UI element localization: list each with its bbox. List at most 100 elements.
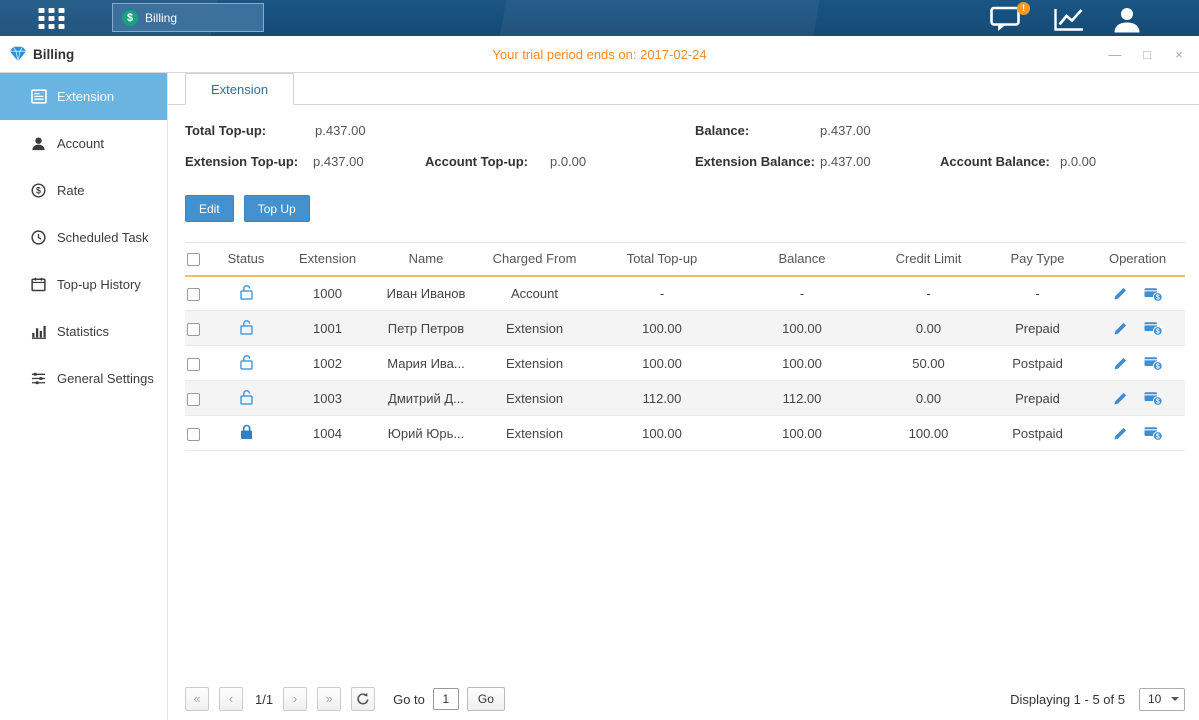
col-operation: Operation <box>1090 243 1185 276</box>
topup-icon[interactable]: $ <box>1144 320 1163 336</box>
general-settings-icon <box>30 371 47 386</box>
col-name: Name <box>375 243 477 276</box>
reports-icon <box>1052 21 1085 36</box>
scheduled-task-icon <box>30 230 47 245</box>
sidebar: Extension Account$RateScheduled Task Top-u… <box>0 73 168 720</box>
next-page-button[interactable]: › <box>283 687 307 711</box>
status-cell <box>212 276 280 311</box>
goto-label: Go to <box>393 692 425 707</box>
maximize-button[interactable]: □ <box>1139 47 1155 62</box>
balance-cell: 112.00 <box>732 381 872 416</box>
sidebar-item-label: Rate <box>57 183 84 198</box>
col-charged-from: Charged From <box>477 243 592 276</box>
page-size-select[interactable]: 10 <box>1139 688 1185 711</box>
close-button[interactable]: × <box>1171 47 1187 62</box>
balance-cell: 100.00 <box>732 346 872 381</box>
reports-button[interactable] <box>1052 7 1085 33</box>
minimize-button[interactable]: — <box>1107 47 1123 62</box>
svg-text:$: $ <box>1155 294 1159 301</box>
sidebar-item-scheduled-task[interactable]: Scheduled Task <box>0 214 167 261</box>
balance-label: Balance: <box>695 123 749 138</box>
extension-content: Total Top-up: p.437.00 Balance: p.437.00… <box>168 105 1199 720</box>
row-checkbox[interactable] <box>187 428 200 441</box>
user-button[interactable] <box>1112 6 1142 33</box>
lock-open-icon <box>240 389 253 405</box>
first-page-button[interactable]: « <box>185 687 209 711</box>
edit-icon[interactable] <box>1113 356 1128 371</box>
edit-icon[interactable] <box>1113 321 1128 336</box>
sidebar-item-general-settings[interactable]: General Settings <box>0 355 167 402</box>
prev-page-button[interactable]: ‹ <box>219 687 243 711</box>
apps-grid-icon[interactable] <box>38 8 65 29</box>
messages-button[interactable]: ! <box>990 5 1023 32</box>
extension-cell: 1004 <box>280 416 375 451</box>
pay-type-cell: Prepaid <box>985 381 1090 416</box>
svg-text:$: $ <box>1155 364 1159 371</box>
operation-cell: $ <box>1090 416 1185 451</box>
table-row: 1002Мария Ива...Extension100.00100.0050.… <box>185 346 1185 381</box>
billing-app-window: $ Billing ! Billing Your trial period en… <box>0 0 1199 720</box>
name-cell: Мария Ива... <box>375 346 477 381</box>
row-checkbox[interactable] <box>187 323 200 336</box>
tab-extension[interactable]: Extension <box>185 73 294 105</box>
col-select <box>185 243 212 276</box>
total-topup-cell: 100.00 <box>592 346 732 381</box>
user-icon <box>1112 21 1142 36</box>
sidebar-item-label: Extension <box>57 89 114 104</box>
refresh-button[interactable] <box>351 687 375 711</box>
total-topup-cell: 112.00 <box>592 381 732 416</box>
billing-dollar-icon: $ <box>122 10 138 26</box>
table-header-row: StatusExtensionNameCharged FromTotal Top… <box>185 243 1185 276</box>
last-page-button[interactable]: » <box>317 687 341 711</box>
go-button[interactable]: Go <box>467 687 505 711</box>
topup-icon[interactable]: $ <box>1144 425 1163 441</box>
col-status: Status <box>212 243 280 276</box>
titlebar: Billing Your trial period ends on: 2017-… <box>0 36 1199 73</box>
credit-limit-cell: 0.00 <box>872 311 985 346</box>
name-cell: Дмитрий Д... <box>375 381 477 416</box>
sidebar-item-top-up-history[interactable]: Top-up History <box>0 261 167 308</box>
total-topup-cell: - <box>592 276 732 311</box>
edit-icon[interactable] <box>1113 426 1128 441</box>
edit-button[interactable]: Edit <box>185 195 234 222</box>
sidebar-item-statistics[interactable]: Statistics <box>0 308 167 355</box>
sidebar-item-rate[interactable]: $Rate <box>0 167 167 214</box>
sidebar-item-extension[interactable]: Extension <box>0 73 167 120</box>
row-checkbox[interactable] <box>187 288 200 301</box>
topbar-tab-billing[interactable]: $ Billing <box>112 3 264 32</box>
svg-text:$: $ <box>1155 329 1159 336</box>
page-size-value: 10 <box>1140 692 1171 706</box>
col-balance: Balance <box>732 243 872 276</box>
top-up-button[interactable]: Top Up <box>244 195 310 222</box>
sidebar-item-label: Top-up History <box>57 277 141 292</box>
balance-value: p.437.00 <box>820 123 871 138</box>
topup-icon[interactable]: $ <box>1144 355 1163 371</box>
extension-cell: 1003 <box>280 381 375 416</box>
credit-limit-cell: 0.00 <box>872 381 985 416</box>
status-cell <box>212 311 280 346</box>
row-checkbox[interactable] <box>187 358 200 371</box>
pay-type-cell: - <box>985 276 1090 311</box>
charged-from-cell: Extension <box>477 311 592 346</box>
select-all-checkbox[interactable] <box>187 253 200 266</box>
credit-limit-cell: - <box>872 276 985 311</box>
extension-topup-label: Extension Top-up: <box>185 154 298 169</box>
account-topup-label: Account Top-up: <box>425 154 528 169</box>
extension-table: StatusExtensionNameCharged FromTotal Top… <box>185 242 1185 451</box>
pay-type-cell: Postpaid <box>985 346 1090 381</box>
lock-open-icon <box>240 319 253 335</box>
svg-text:$: $ <box>1155 399 1159 406</box>
extension-balance-label: Extension Balance: <box>695 154 815 169</box>
tabstrip: Extension <box>168 73 1199 105</box>
sidebar-item-account[interactable]: Account <box>0 120 167 167</box>
topup-icon[interactable]: $ <box>1144 286 1163 302</box>
name-cell: Юрий Юрь... <box>375 416 477 451</box>
edit-icon[interactable] <box>1113 391 1128 406</box>
lock-open-icon <box>240 354 253 370</box>
lock-open-icon <box>240 284 253 300</box>
page-indicator: 1/1 <box>255 692 273 707</box>
row-checkbox[interactable] <box>187 393 200 406</box>
goto-page-input[interactable] <box>433 688 459 710</box>
topup-icon[interactable]: $ <box>1144 390 1163 406</box>
edit-icon[interactable] <box>1113 286 1128 301</box>
